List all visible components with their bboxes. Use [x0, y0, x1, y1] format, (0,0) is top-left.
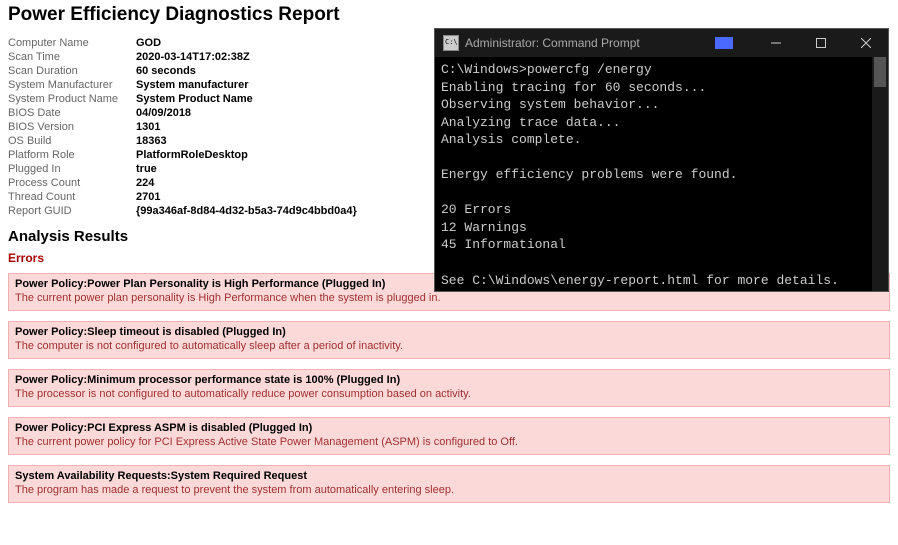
info-value: System Product Name	[136, 92, 357, 106]
minimize-button[interactable]	[753, 29, 798, 57]
info-label: Plugged In	[8, 162, 136, 176]
error-block: Power Policy:Sleep timeout is disabled (…	[8, 321, 890, 359]
window-titlebar[interactable]: Administrator: Command Prompt	[435, 29, 888, 57]
scrollbar-thumb[interactable]	[874, 57, 886, 87]
info-row: System ManufacturerSystem manufacturer	[8, 78, 357, 92]
window-title: Administrator: Command Prompt	[465, 36, 715, 50]
scrollbar[interactable]	[872, 57, 888, 291]
error-title: Power Policy:Sleep timeout is disabled (…	[15, 326, 883, 338]
info-value: 2701	[136, 190, 357, 204]
error-description: The current power plan personality is Hi…	[15, 292, 883, 304]
close-button[interactable]	[843, 29, 888, 57]
info-row: Platform RolePlatformRoleDesktop	[8, 148, 357, 162]
info-value: 1301	[136, 120, 357, 134]
info-label: Scan Time	[8, 50, 136, 64]
error-block: Power Policy:PCI Express ASPM is disable…	[8, 417, 890, 455]
info-label: BIOS Date	[8, 106, 136, 120]
info-row: Report GUID{99a346af-8d84-4d32-b5a3-74d9…	[8, 204, 357, 218]
info-row: Thread Count2701	[8, 190, 357, 204]
info-value: 04/09/2018	[136, 106, 357, 120]
info-label: Platform Role	[8, 148, 136, 162]
info-row: Plugged Intrue	[8, 162, 357, 176]
error-description: The current power policy for PCI Express…	[15, 436, 883, 448]
info-label: OS Build	[8, 134, 136, 148]
info-value: System manufacturer	[136, 78, 357, 92]
error-title: Power Policy:Minimum processor performan…	[15, 374, 883, 386]
info-value: 18363	[136, 134, 357, 148]
info-value: 60 seconds	[136, 64, 357, 78]
info-label: Scan Duration	[8, 64, 136, 78]
error-description: The program has made a request to preven…	[15, 484, 883, 496]
info-value: GOD	[136, 36, 357, 50]
error-block: Power Policy:Minimum processor performan…	[8, 369, 890, 407]
info-row: OS Build18363	[8, 134, 357, 148]
error-description: The processor is not configured to autom…	[15, 388, 883, 400]
ime-icon[interactable]	[715, 37, 733, 49]
system-info-table: Computer NameGODScan Time2020-03-14T17:0…	[8, 36, 357, 218]
info-label: Process Count	[8, 176, 136, 190]
info-label: Computer Name	[8, 36, 136, 50]
info-label: Report GUID	[8, 204, 136, 218]
command-prompt-window[interactable]: Administrator: Command Prompt C:\Windows…	[434, 28, 889, 292]
info-row: BIOS Date04/09/2018	[8, 106, 357, 120]
info-value: 224	[136, 176, 357, 190]
info-value: PlatformRoleDesktop	[136, 148, 357, 162]
info-value: true	[136, 162, 357, 176]
info-label: Thread Count	[8, 190, 136, 204]
info-label: BIOS Version	[8, 120, 136, 134]
terminal-output[interactable]: C:\Windows>powercfg /energy Enabling tra…	[435, 57, 888, 291]
info-value: 2020-03-14T17:02:38Z	[136, 50, 357, 64]
info-label: System Product Name	[8, 92, 136, 106]
error-description: The computer is not configured to automa…	[15, 340, 883, 352]
info-value: {99a346af-8d84-4d32-b5a3-74d9c4bbd0a4}	[136, 204, 357, 218]
info-row: Scan Time2020-03-14T17:02:38Z	[8, 50, 357, 64]
info-label: System Manufacturer	[8, 78, 136, 92]
error-block: System Availability Requests:System Requ…	[8, 465, 890, 503]
error-title: System Availability Requests:System Requ…	[15, 470, 883, 482]
error-title: Power Policy:PCI Express ASPM is disable…	[15, 422, 883, 434]
info-row: Process Count224	[8, 176, 357, 190]
maximize-button[interactable]	[798, 29, 843, 57]
info-row: Computer NameGOD	[8, 36, 357, 50]
info-row: BIOS Version1301	[8, 120, 357, 134]
info-row: System Product NameSystem Product Name	[8, 92, 357, 106]
cmd-icon	[443, 35, 459, 51]
info-row: Scan Duration60 seconds	[8, 64, 357, 78]
